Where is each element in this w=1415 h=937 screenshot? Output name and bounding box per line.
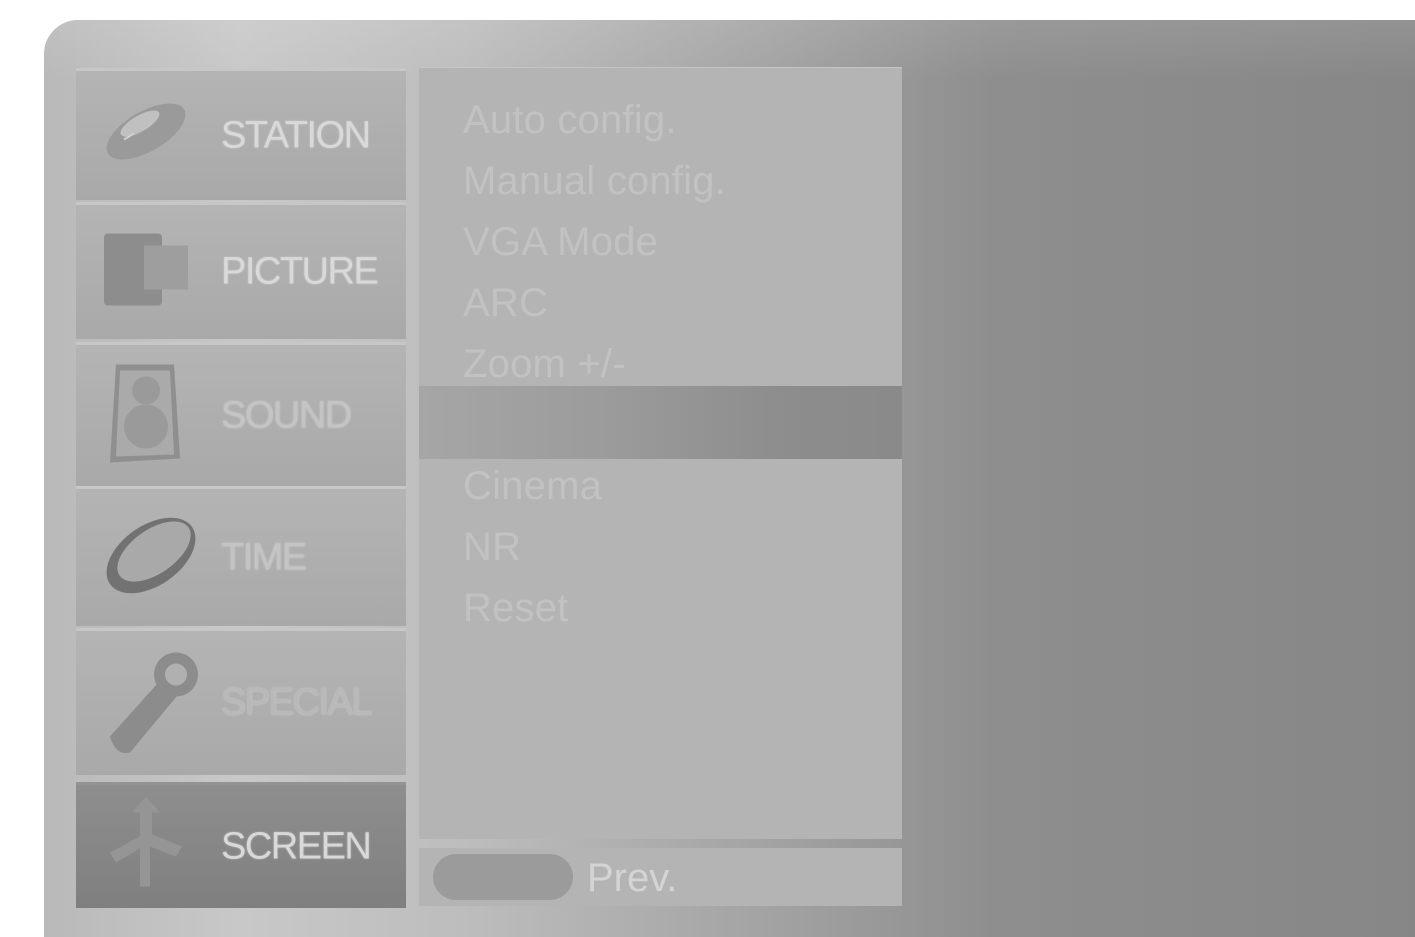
wrench-icon (96, 641, 206, 766)
tab-sound[interactable]: SOUND (76, 342, 406, 486)
menu-item-manual-config[interactable]: Manual config. (463, 159, 726, 204)
submenu-highlight-bar (419, 386, 902, 459)
tab-time-label: TIME (221, 536, 307, 578)
menu-item-nr[interactable]: NR (463, 525, 521, 570)
tab-picture-label: PICTURE (221, 250, 379, 293)
menu-item-vga-mode[interactable]: VGA Mode (463, 220, 658, 265)
screen-square-icon (96, 228, 196, 317)
tab-station[interactable]: STATION (76, 68, 406, 200)
tab-special-label: SPECIAL (221, 681, 373, 724)
tab-station-label: STATION (221, 114, 371, 156)
tab-screen[interactable]: SCREEN (76, 782, 406, 908)
speaker-icon (96, 358, 196, 473)
submenu-top-panel: Auto config. Manual config. VGA Mode ARC… (419, 67, 902, 386)
menu-item-arc[interactable]: ARC (463, 281, 548, 326)
menu-item-auto-config[interactable]: Auto config. (463, 98, 677, 143)
menu-item-zoom[interactable]: Zoom +/- (463, 342, 626, 387)
submenu-footer: Prev. (419, 848, 902, 906)
tab-picture[interactable]: PICTURE (76, 202, 406, 339)
menu-item-cinema[interactable]: Cinema (463, 464, 602, 509)
clock-oval-icon (96, 505, 206, 610)
tab-time[interactable]: TIME (76, 486, 406, 626)
move-arrows-icon (96, 794, 196, 899)
tab-special[interactable]: SPECIAL (76, 628, 406, 775)
menu-item-reset[interactable]: Reset (463, 586, 569, 631)
menu-button-pill-icon (433, 854, 573, 900)
tab-screen-label: SCREEN (221, 825, 372, 867)
osd-menu: STATION PICTURE SOUND TIME SPECIAL SCREE… (44, 20, 1415, 937)
submenu-bottom-panel: Cinema NR Reset (419, 459, 902, 839)
satellite-dish-icon (96, 93, 196, 178)
tab-sound-label: SOUND (221, 394, 352, 436)
prev-hint-label[interactable]: Prev. (587, 856, 677, 901)
